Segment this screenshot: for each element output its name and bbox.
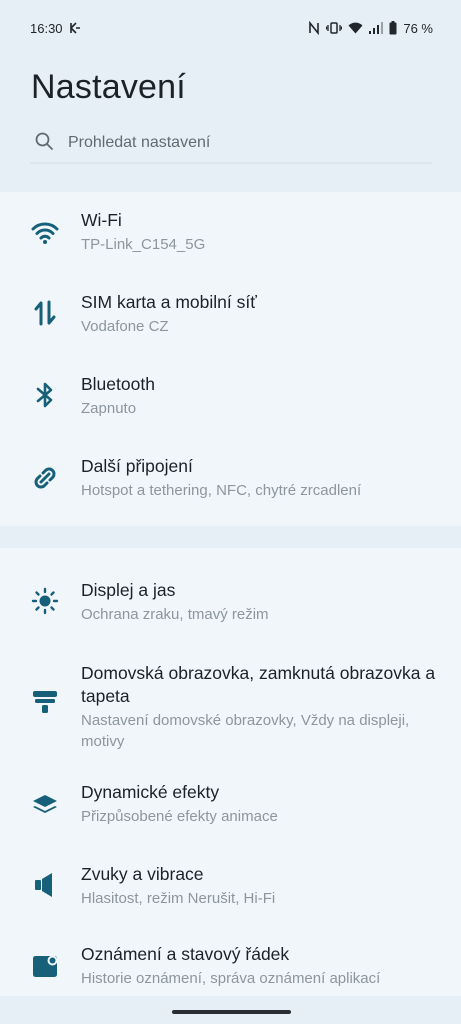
settings-item-home-screen[interactable]: Domovská obrazovka, zamknutá obrazovka a… bbox=[0, 650, 461, 774]
search-input[interactable]: Prohledat nastavení bbox=[68, 134, 210, 152]
notification-icon bbox=[30, 951, 60, 981]
home-gesture-handle[interactable] bbox=[172, 1010, 291, 1014]
wifi-icon bbox=[30, 218, 60, 248]
settings-item-subtitle: Vodafone CZ bbox=[81, 318, 169, 335]
brightness-icon bbox=[30, 586, 60, 616]
settings-item-title: SIM karta a mobilní síť bbox=[81, 292, 257, 312]
settings-item-subtitle: Zapnuto bbox=[81, 400, 137, 417]
navigation-bar bbox=[0, 996, 461, 1024]
settings-item-display[interactable]: Displej a jas Ochrana zraku, tmavý režim bbox=[0, 568, 461, 650]
wifi-status-icon bbox=[348, 22, 363, 34]
settings-item-subtitle: Hotspot a tethering, NFC, chytré zrcadle… bbox=[81, 482, 362, 499]
settings-item-title: Displej a jas bbox=[81, 580, 176, 600]
speaker-icon bbox=[30, 870, 60, 900]
page-title: Nastavení bbox=[31, 68, 186, 106]
settings-item-title: Další připojení bbox=[81, 456, 193, 476]
status-left: 16:30 bbox=[30, 21, 81, 36]
settings-item-title: Domovská obrazovka, zamknutá obrazovka a… bbox=[81, 663, 436, 706]
settings-item-title: Dynamické efekty bbox=[81, 782, 220, 802]
wallpaper-icon bbox=[30, 686, 60, 716]
settings-item-notifications[interactable]: Oznámení a stavový řádek Historie oznáme… bbox=[0, 936, 461, 996]
search-icon bbox=[34, 131, 54, 156]
settings-item-dynamic-effects[interactable]: Dynamické efekty Přizpůsobené efekty ani… bbox=[0, 774, 461, 856]
settings-item-bluetooth[interactable]: Bluetooth Zapnuto bbox=[0, 356, 461, 438]
settings-item-sounds[interactable]: Zvuky a vibrace Hlasitost, režim Nerušit… bbox=[0, 856, 461, 938]
k-app-icon bbox=[69, 22, 81, 34]
settings-item-subtitle: Nastavení domovské obrazovky, Vždy na di… bbox=[81, 712, 410, 750]
settings-group-connectivity: Wi-Fi TP-Link_C154_5G SIM karta a mobiln… bbox=[0, 192, 461, 526]
signal-icon bbox=[369, 22, 384, 34]
settings-item-wifi[interactable]: Wi-Fi TP-Link_C154_5G bbox=[0, 192, 461, 274]
link-icon bbox=[30, 463, 60, 493]
settings-item-subtitle: Přizpůsobené efekty animace bbox=[81, 808, 278, 825]
settings-item-title: Oznámení a stavový řádek bbox=[81, 944, 290, 964]
bluetooth-icon bbox=[30, 380, 60, 410]
settings-item-title: Wi-Fi bbox=[81, 210, 122, 230]
status-bar: 16:30 76 % bbox=[0, 0, 461, 56]
status-right: 76 % bbox=[308, 21, 433, 36]
settings-item-subtitle: Hlasitost, režim Nerušit, Hi-Fi bbox=[81, 890, 276, 907]
layers-icon bbox=[30, 790, 60, 820]
settings-item-title: Zvuky a vibrace bbox=[81, 864, 204, 884]
settings-group-display: Displej a jas Ochrana zraku, tmavý režim… bbox=[0, 548, 461, 996]
status-time: 16:30 bbox=[30, 20, 63, 36]
settings-item-title: Bluetooth bbox=[81, 374, 155, 394]
nfc-icon bbox=[308, 21, 320, 35]
settings-item-subtitle: TP-Link_C154_5G bbox=[81, 236, 206, 253]
battery-icon bbox=[389, 21, 397, 35]
settings-item-other-connections[interactable]: Další připojení Hotspot a tethering, NFC… bbox=[0, 438, 461, 520]
header: Nastavení Prohledat nastavení bbox=[0, 56, 461, 192]
settings-item-sim[interactable]: SIM karta a mobilní síť Vodafone CZ bbox=[0, 274, 461, 356]
settings-item-subtitle: Ochrana zraku, tmavý režim bbox=[81, 606, 269, 623]
search-bar[interactable]: Prohledat nastavení bbox=[30, 124, 432, 164]
settings-item-subtitle: Historie oznámení, správa oznámení aplik… bbox=[81, 970, 381, 987]
mobile-data-icon bbox=[30, 298, 60, 328]
vibrate-icon bbox=[326, 21, 343, 35]
battery-percent: 76 % bbox=[403, 20, 433, 36]
